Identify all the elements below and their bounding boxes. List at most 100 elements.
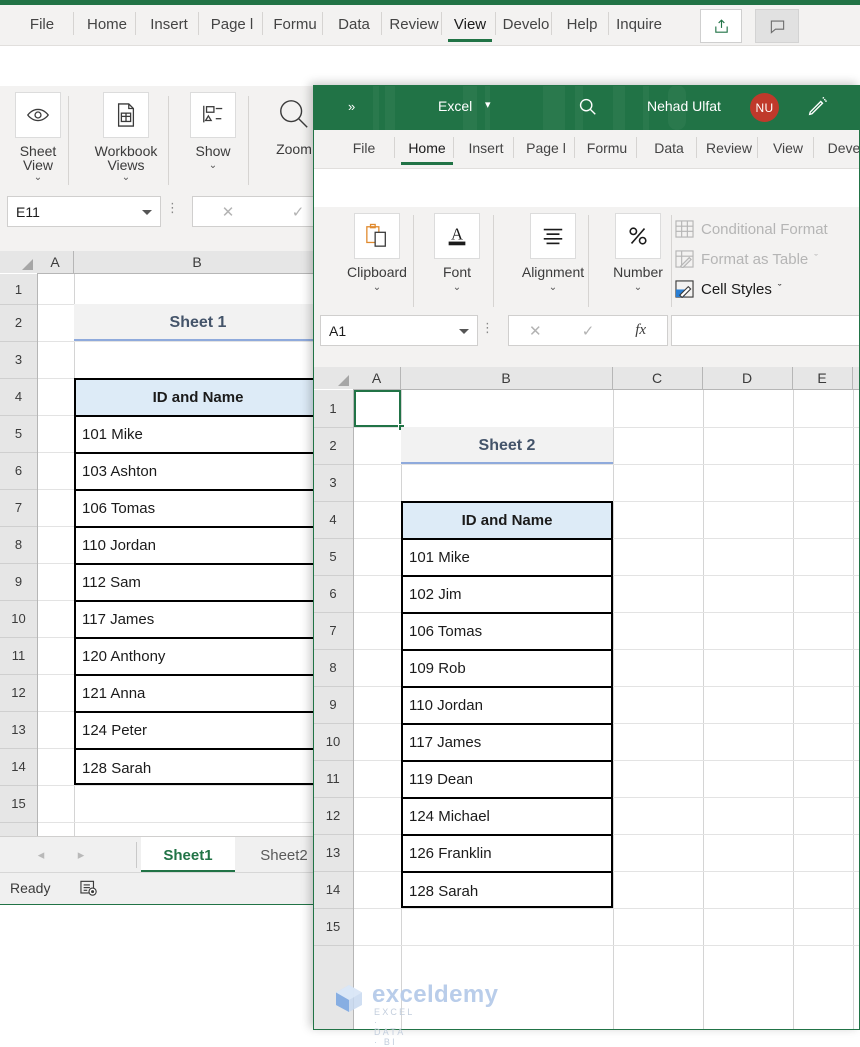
bk-group-sheet[interactable]: Sheet View ⌄ — [5, 92, 71, 183]
fr-row-header-3[interactable]: 3 — [313, 464, 353, 502]
back-tab-prev-button[interactable]: ◂ — [30, 837, 52, 873]
bk-column-header-B[interactable]: B — [73, 251, 322, 273]
cancel-x-icon[interactable]: ✕ — [509, 322, 562, 340]
fr-tab-formu[interactable]: Formu — [579, 130, 635, 167]
accessibility-checker-icon[interactable] — [80, 880, 98, 897]
fr-row-header-5[interactable]: 5 — [313, 538, 353, 576]
bk-tab-review[interactable]: Review — [386, 5, 442, 44]
front-name-box[interactable]: A1 — [320, 315, 478, 346]
table-row[interactable]: 128 Sarah — [76, 750, 320, 787]
front-title-bar[interactable]: » Excel ▾ Nehad Ulfat NU — [313, 85, 860, 130]
bk-tab-pagel[interactable]: Page l — [203, 5, 261, 44]
fr-column-header-A[interactable]: A — [353, 367, 401, 389]
bk-row-header-12[interactable]: 12 — [0, 674, 37, 712]
front-cells-area[interactable]: Sheet 2 ID and Name 101 Mike 102 Jim 106 Tom… — [354, 390, 860, 1030]
fr-row-header-2[interactable]: 2 — [313, 427, 353, 465]
table-row[interactable]: 121 Anna — [76, 676, 320, 713]
avatar[interactable]: NU — [750, 93, 779, 122]
table-row[interactable]: 110 Jordan — [403, 688, 611, 725]
bk-tab-insert[interactable]: Insert — [140, 5, 198, 44]
bk-row-header-14[interactable]: 14 — [0, 748, 37, 786]
table-row[interactable]: 110 Jordan — [76, 528, 320, 565]
bk-tab-help[interactable]: Help — [556, 5, 608, 44]
fr-row-header-8[interactable]: 8 — [313, 649, 353, 687]
fr-row-header-12[interactable]: 12 — [313, 797, 353, 835]
front-formula-kebab[interactable]: ⋮ — [481, 321, 494, 334]
foreground-excel-window[interactable]: » Excel ▾ Nehad Ulfat NU File Home Insert P… — [313, 85, 860, 1030]
chevron-down-icon[interactable]: ⌄ — [423, 283, 491, 293]
bk-sheet-title-cell[interactable]: Sheet 1 — [74, 304, 322, 341]
bk-row-header-1[interactable]: 1 — [0, 274, 37, 305]
chevron-down-icon[interactable]: ⌄ — [598, 283, 678, 293]
fr-tab-view[interactable]: View — [762, 130, 814, 167]
table-row[interactable]: 128 Sarah — [403, 873, 611, 910]
bk-tab-develo[interactable]: Develo — [500, 5, 552, 44]
bk-row-header-13[interactable]: 13 — [0, 711, 37, 749]
pen-draw-icon[interactable] — [806, 96, 828, 118]
eye-icon[interactable] — [15, 92, 61, 138]
fr-tab-data[interactable]: Data — [641, 130, 697, 167]
table-row[interactable]: 102 Jim — [403, 577, 611, 614]
workbook-views-icon[interactable] — [103, 92, 149, 138]
front-sheet-grid[interactable]: ABCDE 1 2 3 4 5 6 7 8 9 10 11 12 13 14 15 Sheet 2 ID an… — [313, 367, 860, 1030]
table-row[interactable]: 126 Franklin — [403, 836, 611, 873]
bk-row-header-8[interactable]: 8 — [0, 526, 37, 564]
bk-row-header-15[interactable]: 15 — [0, 785, 37, 823]
bk-tab-data[interactable]: Data — [327, 5, 381, 44]
table-row[interactable]: 120 Anthony — [76, 639, 320, 676]
fr-row-header-14[interactable]: 14 — [313, 871, 353, 909]
front-formula-buttons[interactable]: ✕ ✓ fx — [508, 315, 668, 346]
bk-column-header-A[interactable]: A — [37, 251, 74, 273]
bk-tab-view[interactable]: View — [446, 5, 494, 44]
fr-column-header-D[interactable]: D — [702, 367, 793, 389]
front-row-headers[interactable]: 1 2 3 4 5 6 7 8 9 10 11 12 13 14 15 — [313, 390, 354, 1030]
front-select-all-corner[interactable] — [313, 367, 354, 389]
chevron-down-icon[interactable]: ˇ — [814, 253, 818, 265]
bk-row-header-10[interactable]: 10 — [0, 600, 37, 638]
enter-check-icon[interactable]: ✓ — [562, 322, 615, 340]
fr-tab-pagel[interactable]: Page l — [518, 130, 574, 167]
table-row[interactable]: 101 Mike — [76, 417, 320, 454]
fr-row-header-11[interactable]: 11 — [313, 760, 353, 798]
zoom-magnifier-icon[interactable] — [272, 92, 316, 136]
table-row[interactable]: 109 Rob — [403, 651, 611, 688]
fr-row-header-10[interactable]: 10 — [313, 723, 353, 761]
alignment-icon[interactable] — [530, 213, 576, 259]
chevron-down-icon[interactable]: ⌄ — [331, 283, 423, 293]
fr-tab-deve[interactable]: Deve — [818, 130, 860, 167]
fr-group-clipboard[interactable]: Clipboard ⌄ — [331, 213, 423, 293]
fr-column-header-E[interactable]: E — [792, 367, 853, 389]
table-row[interactable]: 124 Peter — [76, 713, 320, 750]
bk-row-header-7[interactable]: 7 — [0, 489, 37, 527]
front-formula-input[interactable] — [671, 315, 860, 346]
back-sheet-tab-sheet1[interactable]: Sheet1 — [141, 837, 235, 873]
fr-row-header-7[interactable]: 7 — [313, 612, 353, 650]
back-name-box[interactable]: E11 — [7, 196, 161, 227]
bk-data-table[interactable]: ID and Name 101 Mike 103 Ashton 106 Tomas 11… — [74, 378, 322, 785]
cancel-x-icon[interactable]: ✕ — [193, 203, 263, 221]
back-tab-next-button[interactable]: ▸ — [70, 837, 92, 873]
bk-row-header-2[interactable]: 2 — [0, 304, 37, 342]
table-row[interactable]: 103 Ashton — [76, 454, 320, 491]
fr-tab-review[interactable]: Review — [701, 130, 757, 167]
clipboard-icon[interactable] — [354, 213, 400, 259]
font-A-icon[interactable]: A — [434, 213, 480, 259]
fr-data-table[interactable]: ID and Name 101 Mike 102 Jim 106 Tomas 109 R… — [401, 501, 613, 908]
front-column-headers[interactable]: ABCDE — [353, 367, 860, 390]
table-row[interactable]: 119 Dean — [403, 762, 611, 799]
fr-tab-file[interactable]: File — [338, 130, 390, 167]
share-button[interactable] — [700, 9, 742, 43]
chevron-down-icon[interactable]: ⌄ — [176, 161, 250, 171]
fr-row-header-15[interactable]: 15 — [313, 908, 353, 946]
table-row[interactable]: 124 Michael — [403, 799, 611, 836]
bk-tab-file[interactable]: File — [15, 5, 69, 44]
fr-row-header-6[interactable]: 6 — [313, 575, 353, 613]
search-icon[interactable] — [578, 97, 598, 117]
show-icon[interactable] — [190, 92, 236, 138]
selected-cell-a1[interactable] — [354, 390, 401, 427]
table-row[interactable]: 101 Mike — [403, 540, 611, 577]
table-row[interactable]: 117 James — [403, 725, 611, 762]
percent-icon[interactable] — [615, 213, 661, 259]
back-select-all-corner[interactable] — [0, 251, 38, 273]
fr-row-header-4[interactable]: 4 — [313, 501, 353, 539]
